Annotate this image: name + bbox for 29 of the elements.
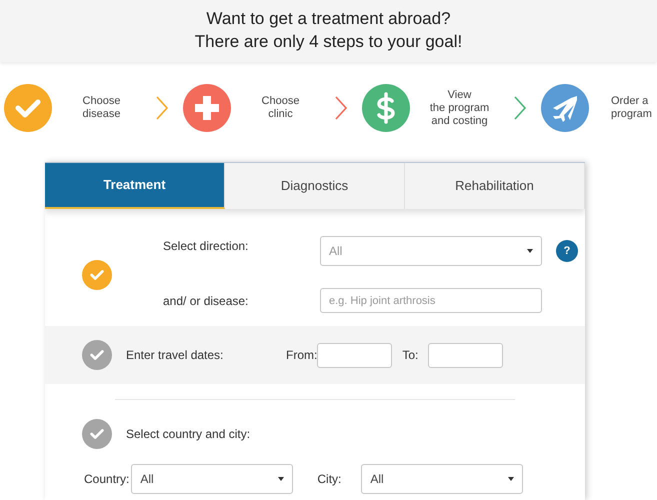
field-label: Select direction: bbox=[163, 238, 250, 255]
field-label: and/ or disease: bbox=[163, 292, 250, 310]
help-button[interactable]: ? bbox=[556, 240, 578, 262]
city-select[interactable]: All bbox=[361, 464, 524, 494]
step-label: Order a program bbox=[611, 95, 652, 121]
tab[interactable]: Diagnostics bbox=[225, 163, 405, 209]
tab[interactable]: Rehabilitation bbox=[405, 163, 585, 209]
chevron-icon bbox=[513, 95, 527, 121]
caret-icon bbox=[508, 477, 514, 481]
caret-icon bbox=[527, 249, 533, 253]
header-title: There are only 4 steps to your goal! bbox=[194, 31, 464, 53]
header-title: Want to get a treatment abroad? bbox=[205, 8, 452, 30]
field-label: Select country and city: bbox=[126, 426, 250, 443]
step-label: Choose disease bbox=[82, 95, 120, 121]
field-label: Enter travel dates: bbox=[126, 347, 224, 364]
disease-field[interactable]: e.g. Hip joint arthrosis bbox=[320, 288, 542, 313]
tab[interactable]: Treatment bbox=[45, 163, 225, 209]
chevron-icon bbox=[155, 95, 169, 121]
field-label: City: bbox=[317, 471, 342, 488]
country-select[interactable]: All bbox=[131, 464, 294, 494]
date-field[interactable] bbox=[428, 342, 504, 368]
field-label: From: bbox=[286, 347, 318, 364]
field-label: Country: bbox=[84, 471, 130, 488]
step-label: Choose clinic bbox=[262, 95, 300, 121]
field-label: To: bbox=[402, 347, 418, 364]
caret-icon bbox=[278, 477, 284, 481]
chevron-icon bbox=[334, 95, 348, 121]
step-label: View the program and costing bbox=[430, 88, 490, 128]
date-field[interactable] bbox=[317, 342, 392, 368]
